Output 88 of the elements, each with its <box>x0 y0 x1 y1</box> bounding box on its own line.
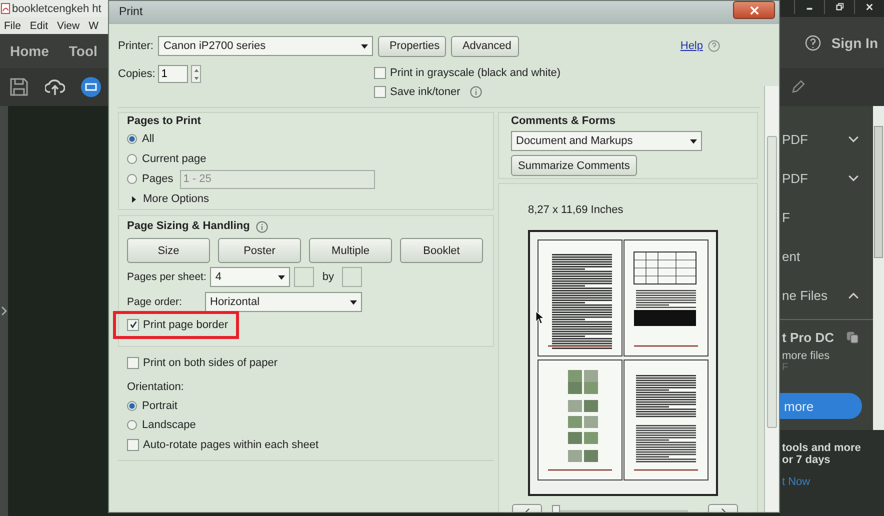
checkbox[interactable] <box>374 66 386 78</box>
cursor-icon <box>535 310 544 325</box>
radio-label: All <box>142 133 154 145</box>
checkbox[interactable] <box>127 438 139 450</box>
mode-button[interactable]: Multiple <box>309 238 392 263</box>
radio-label: Pages <box>142 173 174 185</box>
radio-button[interactable] <box>127 400 137 410</box>
more-options-toggle[interactable]: More Options <box>143 193 210 205</box>
trial-text: tools and more <box>782 442 862 454</box>
rows-field[interactable] <box>342 267 362 287</box>
paper-size-label: 8,27 x 11,69 Inches <box>528 204 624 218</box>
dialog-button[interactable]: Advanced <box>451 36 520 56</box>
section-title: Page Sizing & Handling <box>127 220 250 234</box>
print-icon[interactable] <box>81 77 101 97</box>
expand-arrow-icon[interactable] <box>132 196 136 202</box>
caret-icon <box>350 300 357 304</box>
radio-label: Current page <box>142 153 206 165</box>
checkbox-label: Save ink/toner <box>390 86 460 98</box>
close-icon <box>750 6 758 14</box>
tool-item[interactable]: ent <box>782 249 800 264</box>
save-icon[interactable] <box>9 77 29 97</box>
nav-tab[interactable]: Home <box>10 43 49 59</box>
tool-item[interactable]: PDF <box>782 132 808 147</box>
upload-cloud-icon[interactable] <box>45 77 65 97</box>
section-label: Orientation: <box>126 381 185 395</box>
checkbox-label: Print page border <box>143 318 228 330</box>
promo-text: more files <box>782 350 831 362</box>
menu-item[interactable]: Edit <box>30 20 48 32</box>
section-title: Comments & Forms <box>511 115 617 129</box>
radio-button[interactable] <box>127 174 137 184</box>
summarize-button[interactable]: Summarize Comments <box>511 155 637 176</box>
caret-icon <box>361 44 368 48</box>
section-title: Pages to Print <box>127 115 202 129</box>
chevron-down-icon[interactable] <box>848 136 859 143</box>
checkbox-label: Print in grayscale (black and white) <box>390 66 561 78</box>
pages-per-sheet-select[interactable]: 4 <box>210 267 290 287</box>
trial-text: or 7 days <box>782 454 832 466</box>
close-button[interactable] <box>733 1 775 19</box>
radio-button[interactable] <box>127 420 137 430</box>
field-label: Pages per sheet: <box>127 271 206 283</box>
pdf-file-icon <box>1 3 10 14</box>
checkbox-label: Print on both sides of paper <box>143 356 278 368</box>
checkbox[interactable] <box>127 318 139 330</box>
info-icon[interactable] <box>256 220 268 232</box>
tool-item[interactable]: ne Files <box>782 288 828 303</box>
radio-button[interactable] <box>127 154 137 164</box>
checkbox[interactable] <box>127 356 139 368</box>
radio-label: Portrait <box>142 400 178 412</box>
printer-select[interactable]: Canon iP2700 series <box>158 36 374 56</box>
field-label: Copies: <box>118 68 156 80</box>
chevron-up-icon[interactable] <box>848 292 859 299</box>
page-order-select[interactable]: Horizontal <box>205 292 362 312</box>
app-title: bookletcengkeh ht <box>12 2 102 14</box>
field-label: by <box>322 271 334 283</box>
pen-icon[interactable] <box>790 79 806 95</box>
tool-item[interactable]: F <box>782 210 790 225</box>
caret-icon <box>690 138 697 144</box>
help-icon[interactable] <box>805 34 822 50</box>
caret-icon <box>278 274 286 280</box>
radio-label: Landscape <box>142 418 196 430</box>
menu-item[interactable]: W <box>88 20 99 32</box>
tool-item[interactable]: PDF <box>782 171 808 186</box>
comments-select[interactable]: Document and Markups <box>511 131 702 151</box>
info-icon[interactable] <box>470 86 482 98</box>
promo-button[interactable]: more <box>780 393 862 419</box>
spinner[interactable] <box>191 65 202 83</box>
mode-button[interactable]: Size <box>127 238 210 263</box>
field-label: Printer: <box>118 40 154 52</box>
copies-field[interactable]: 1 <box>158 65 188 83</box>
dialog-button[interactable]: Properties <box>378 36 446 56</box>
promo-title: t Pro DC <box>782 330 834 345</box>
menu-item[interactable]: File <box>4 20 21 32</box>
scrollbar[interactable] <box>873 106 884 430</box>
sign-in-link[interactable]: Sign In <box>831 34 878 50</box>
documents-icon <box>846 331 859 344</box>
checkbox[interactable] <box>374 86 386 98</box>
chevron-down-icon[interactable] <box>848 175 859 182</box>
help-link[interactable]: Help <box>680 40 703 52</box>
menu-item[interactable]: View <box>57 20 80 32</box>
dialog-title: Print <box>119 6 143 18</box>
nav-tab[interactable]: Tool <box>68 43 98 59</box>
field-label: Page order: <box>127 296 183 308</box>
checkbox-label: Auto-rotate pages within each sheet <box>143 438 319 450</box>
columns-field[interactable] <box>294 267 314 287</box>
mode-button[interactable]: Booklet <box>400 238 483 263</box>
mode-button[interactable]: Poster <box>218 238 301 263</box>
radio-button[interactable] <box>127 134 137 144</box>
scrollbar[interactable] <box>764 86 779 512</box>
